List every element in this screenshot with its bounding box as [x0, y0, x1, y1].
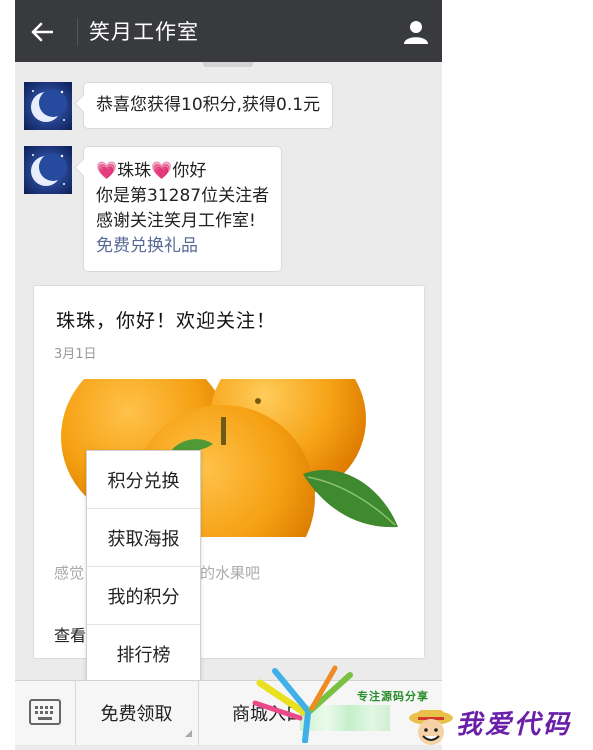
- article-date: 3月1日: [54, 347, 97, 362]
- article-title: 珠珠，你好！欢迎关注！: [56, 310, 277, 332]
- back-button[interactable]: [27, 18, 57, 46]
- message-text: 恭喜您获得10积分,获得0.1元: [96, 95, 321, 115]
- watermark-title: 我爱代码: [456, 710, 573, 740]
- follower-count-text: 你是第31287位关注者: [96, 186, 270, 206]
- profile-button[interactable]: [402, 17, 430, 47]
- description-end: 的水果吧: [200, 564, 261, 582]
- menu-item-redeem-points[interactable]: 积分兑换: [87, 451, 200, 509]
- cartoon-face-icon: [409, 710, 453, 745]
- redeem-gift-link[interactable]: 免费兑换礼品: [96, 234, 269, 259]
- menu-item-get-poster[interactable]: 获取海报: [87, 509, 200, 567]
- heart-icon: 💗: [96, 161, 118, 181]
- page-title: 笑月工作室: [89, 20, 199, 44]
- avatar[interactable]: [24, 82, 72, 130]
- moon-avatar-icon: [24, 146, 72, 194]
- greeting-tail: 你好: [172, 161, 207, 181]
- moon-avatar-icon: [24, 82, 72, 130]
- menu-button-label: 免费领取: [100, 704, 173, 725]
- message-bubble[interactable]: 恭喜您获得10积分,获得0.1元: [83, 82, 334, 129]
- arrow-left-icon: [31, 22, 53, 42]
- submenu-corner-icon: [185, 730, 192, 737]
- thanks-text: 感谢关注笑月工作室!: [96, 211, 256, 231]
- greeting-line: 💗珠珠💗你好: [96, 159, 269, 184]
- top-nav-bar: 笑月工作室: [15, 0, 442, 62]
- nav-divider: [77, 18, 78, 46]
- watermark-subtitle: 专注源码分享: [357, 690, 429, 703]
- pull-indicator: [203, 62, 253, 67]
- message-bubble[interactable]: 💗珠珠💗你好 你是第31287位关注者 感谢关注笑月工作室! 免费兑换礼品: [83, 146, 283, 272]
- person-icon: [404, 21, 428, 44]
- keyboard-icon: [29, 699, 61, 725]
- description-start: 感觉: [54, 564, 85, 582]
- free-claim-menu-button[interactable]: 免费领取: [75, 681, 199, 745]
- menu-item-my-points[interactable]: 我的积分: [87, 567, 200, 625]
- heart-icon: 💗: [151, 161, 173, 181]
- avatar[interactable]: [24, 146, 72, 194]
- keyboard-toggle-button[interactable]: [15, 681, 76, 745]
- watermark-logo-icon: [252, 665, 353, 743]
- greeting-name: 珠珠: [117, 161, 152, 181]
- popup-submenu: 积分兑换 获取海报 我的积分 排行榜: [86, 450, 201, 682]
- article-description: 感觉 的水果吧: [54, 562, 260, 583]
- view-more-link[interactable]: 查看: [54, 622, 86, 646]
- menu-item-leaderboard[interactable]: 排行榜: [87, 625, 200, 682]
- phone-screen: 笑月工作室 恭喜您获得10积分,获得0.1元 💗珠珠💗你好 你是第31287位关…: [15, 0, 442, 750]
